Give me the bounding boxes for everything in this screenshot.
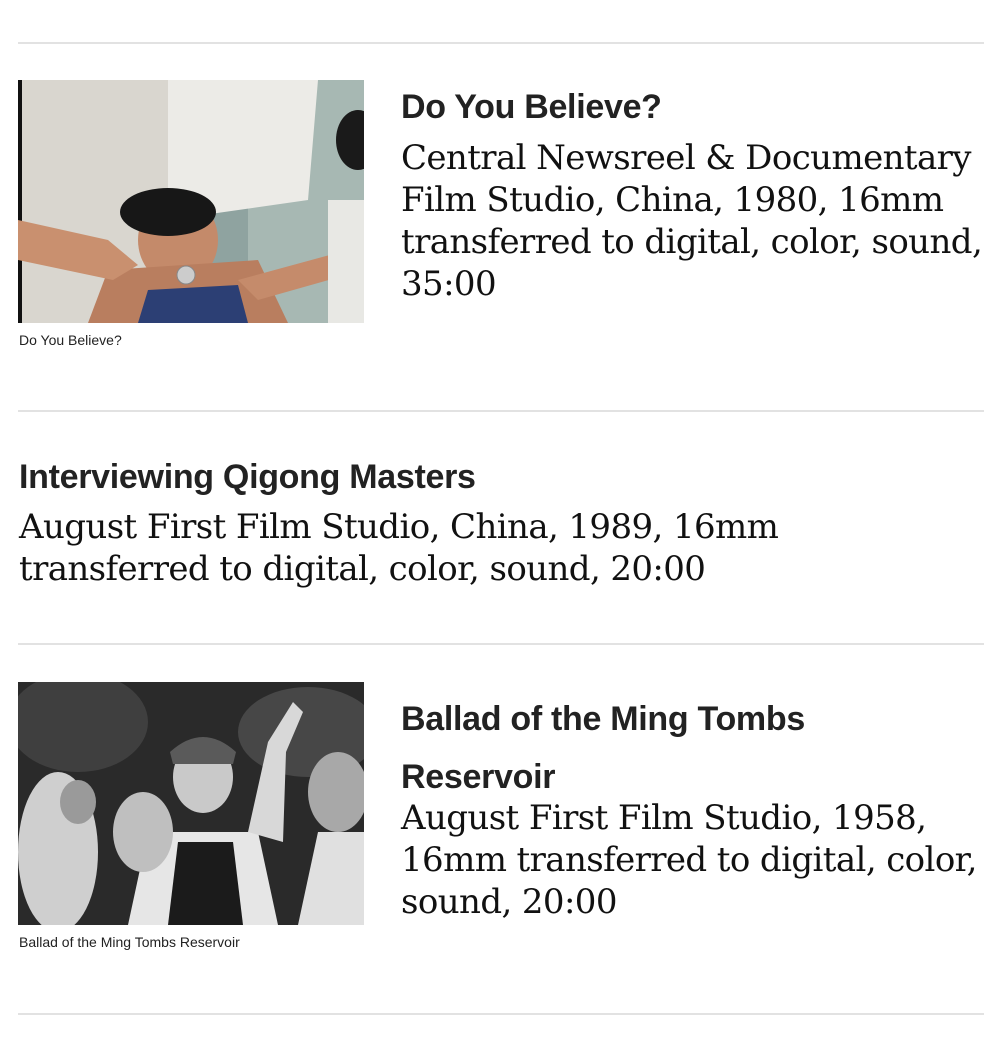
film-title: Do You Believe?	[401, 88, 662, 126]
image-caption: Ballad of the Ming Tombs Reservoir	[19, 934, 240, 950]
divider-bottom	[18, 1013, 984, 1015]
divider	[18, 643, 984, 645]
film-details: Central Newsreel & Documentary Film Stud…	[401, 138, 983, 304]
divider	[18, 410, 984, 412]
film-details: August First Film Studio, 1958, 16mm tra…	[401, 798, 977, 922]
film-still-do-you-believe	[18, 80, 364, 323]
film-title: Interviewing Qigong Masters	[19, 458, 476, 496]
image-caption: Do You Believe?	[19, 332, 122, 348]
film-details: August First Film Studio, China, 1989, 1…	[19, 507, 779, 589]
film-title: Ballad of the Ming Tombs Reservoir	[401, 700, 805, 796]
film-still-image[interactable]	[18, 80, 364, 323]
divider-top	[18, 42, 984, 44]
film-still-ballad	[18, 682, 364, 925]
film-still-image[interactable]	[18, 682, 364, 925]
